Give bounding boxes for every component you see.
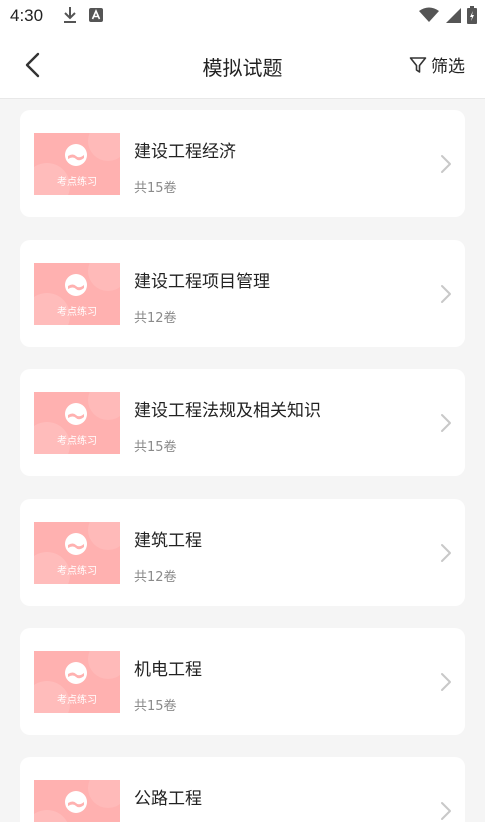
funnel-icon xyxy=(409,56,427,73)
app-notification-icon xyxy=(88,7,104,27)
list-item[interactable]: 公路工程 xyxy=(20,757,465,822)
wifi-icon xyxy=(419,7,439,27)
header-bar: 模拟试题 筛选 xyxy=(0,32,485,99)
chevron-right-icon xyxy=(441,155,451,173)
thumb-label: 考点练习 xyxy=(57,566,97,577)
thumbnail xyxy=(34,780,120,822)
thumbnail: 考点练习 xyxy=(34,133,120,195)
thumbnail: 考点练习 xyxy=(34,392,120,454)
hand-emblem-icon xyxy=(65,662,87,684)
signal-icon xyxy=(445,7,461,27)
hand-emblem-icon xyxy=(65,274,87,296)
item-title: 公路工程 xyxy=(134,789,202,809)
hand-emblem-icon xyxy=(65,144,87,166)
download-icon xyxy=(62,6,78,28)
list-item[interactable]: 考点练习 建设工程项目管理 共12卷 xyxy=(20,240,465,347)
item-title: 建设工程项目管理 xyxy=(134,272,270,292)
thumbnail: 考点练习 xyxy=(34,651,120,713)
thumbnail: 考点练习 xyxy=(34,263,120,325)
thumb-label: 考点练习 xyxy=(57,436,97,447)
thumb-label: 考点练习 xyxy=(57,177,97,188)
filter-button[interactable]: 筛选 xyxy=(409,52,465,77)
chevron-right-icon xyxy=(441,802,451,820)
list-item[interactable]: 考点练习 建设工程法规及相关知识 共15卷 xyxy=(20,369,465,476)
item-title: 机电工程 xyxy=(134,660,202,680)
list-item[interactable]: 考点练习 建筑工程 共12卷 xyxy=(20,499,465,606)
battery-icon xyxy=(467,6,477,28)
thumb-label: 考点练习 xyxy=(57,307,97,318)
item-count: 共15卷 xyxy=(134,440,177,455)
status-time: 4:30 xyxy=(10,6,44,25)
status-icons-right xyxy=(419,6,477,28)
chevron-right-icon xyxy=(441,673,451,691)
item-count: 共12卷 xyxy=(134,311,177,326)
chevron-right-icon xyxy=(441,414,451,432)
chevron-right-icon xyxy=(441,544,451,562)
chevron-right-icon xyxy=(441,285,451,303)
item-title: 建设工程法规及相关知识 xyxy=(134,401,321,421)
list-item[interactable]: 考点练习 建设工程经济 共15卷 xyxy=(20,110,465,217)
status-bar: 4:30 xyxy=(0,0,485,32)
item-title: 建设工程经济 xyxy=(134,142,236,162)
item-count: 共12卷 xyxy=(134,570,177,585)
thumbnail: 考点练习 xyxy=(34,522,120,584)
hand-emblem-icon xyxy=(65,791,87,813)
list-item[interactable]: 考点练习 机电工程 共15卷 xyxy=(20,628,465,735)
thumb-label: 考点练习 xyxy=(57,695,97,706)
hand-emblem-icon xyxy=(65,403,87,425)
status-icons-left xyxy=(62,6,104,28)
filter-label: 筛选 xyxy=(431,57,465,77)
item-count: 共15卷 xyxy=(134,699,177,714)
item-title: 建筑工程 xyxy=(134,531,202,551)
item-count: 共15卷 xyxy=(134,181,177,196)
hand-emblem-icon xyxy=(65,533,87,555)
